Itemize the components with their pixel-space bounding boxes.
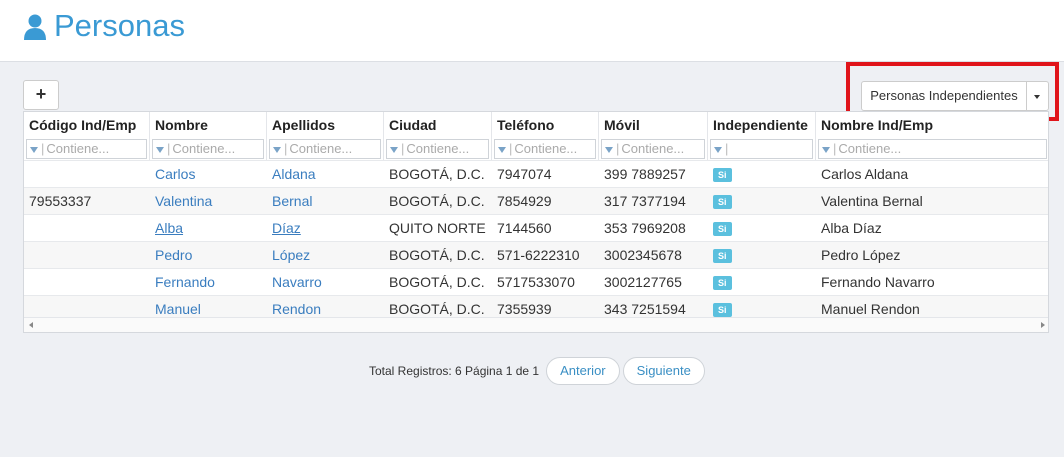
cell-ciudad: BOGOTÁ, D.C. — [389, 247, 485, 263]
filter-input[interactable]: | Contiene... — [269, 139, 381, 159]
cell-movil: 399 7889257 — [604, 166, 686, 182]
cell-nombre-link[interactable]: Pedro — [150, 242, 267, 268]
filter-input[interactable]: | Contiene... — [818, 139, 1047, 159]
column-header[interactable]: Apellidos — [267, 112, 384, 138]
cell-nombre-ind: Fernando Navarro — [821, 274, 935, 290]
cell-movil: 3002127765 — [604, 274, 682, 290]
table-row[interactable]: 79553337 Valentina Bernal BOGOTÁ, D.C. 7… — [24, 187, 1048, 214]
cell-nombre-ind: Carlos Aldana — [821, 166, 909, 182]
cell-codigo: 79553337 — [29, 193, 92, 209]
column-header[interactable]: Teléfono — [492, 112, 599, 138]
filter-icon — [822, 146, 830, 153]
independiente-badge: Si — [713, 222, 732, 237]
table-row[interactable]: Alba Díaz QUITO NORTE 7144560 353 796920… — [24, 214, 1048, 241]
table-row[interactable]: Carlos Aldana BOGOTÁ, D.C. 7947074 399 7… — [24, 160, 1048, 187]
user-icon — [24, 14, 46, 40]
cell-apellidos-link[interactable]: Aldana — [267, 161, 384, 187]
column-header[interactable]: Ciudad — [384, 112, 492, 138]
cell-apellidos-link[interactable]: Navarro — [267, 269, 384, 295]
scroll-left-icon[interactable] — [29, 322, 33, 328]
next-page-button[interactable]: Siguiente — [622, 357, 705, 385]
cell-nombre-link[interactable]: Alba — [150, 215, 267, 241]
cell-movil: 353 7969208 — [604, 220, 686, 236]
cell-nombre-ind: Alba Díaz — [821, 220, 882, 236]
independiente-badge: Si — [713, 249, 732, 264]
filter-input[interactable]: | Contiene... — [26, 139, 147, 159]
cell-codigo — [24, 242, 150, 268]
cell-telefono: 7854929 — [497, 193, 552, 209]
filter-input[interactable]: | Contiene... — [386, 139, 489, 159]
filter-icon — [605, 146, 613, 153]
filter-icon — [156, 146, 164, 153]
cell-telefono: 571-6222310 — [497, 247, 580, 263]
filter-icon — [273, 146, 281, 153]
previous-page-button[interactable]: Anterior — [546, 357, 620, 385]
filter-input[interactable]: | Contiene... — [494, 139, 596, 159]
cell-ciudad: BOGOTÁ, D.C. — [389, 274, 485, 290]
cell-telefono: 7947074 — [497, 166, 552, 182]
cell-nombre-link[interactable]: Carlos — [150, 161, 267, 187]
filter-icon — [714, 146, 722, 153]
dropdown-selected-label[interactable]: Personas Independientes — [862, 82, 1027, 110]
pagination-info: Total Registros: 6 Página 1 de 1 — [369, 364, 540, 378]
independiente-badge: Si — [713, 303, 732, 318]
filter-icon — [498, 146, 506, 153]
scroll-right-icon[interactable] — [1041, 322, 1045, 328]
independiente-badge: Si — [713, 195, 732, 210]
persons-filter-dropdown[interactable]: Personas Independientes — [861, 81, 1049, 111]
cell-ciudad: BOGOTÁ, D.C. — [389, 193, 485, 209]
cell-codigo — [24, 269, 150, 295]
page-title: Personas — [54, 8, 185, 43]
column-header[interactable]: Independiente — [708, 112, 816, 138]
cell-apellidos-link[interactable]: López — [267, 242, 384, 268]
cell-ciudad: QUITO NORTE — [389, 220, 486, 236]
pagination: Total Registros: 6 Página 1 de 1 Anterio… — [369, 357, 705, 385]
cell-telefono: 7144560 — [497, 220, 552, 236]
cell-movil: 3002345678 — [604, 247, 682, 263]
cell-nombre-ind: Pedro López — [821, 247, 901, 263]
cell-nombre-link[interactable]: Fernando — [150, 269, 267, 295]
persons-grid: Código Ind/Emp Nombre Apellidos Ciudad T… — [23, 111, 1049, 333]
filter-icon — [390, 146, 398, 153]
filter-icon — [30, 146, 38, 153]
cell-nombre-link[interactable]: Valentina — [150, 188, 267, 214]
column-header[interactable]: Código Ind/Emp — [24, 112, 150, 138]
add-person-button[interactable]: + — [23, 80, 59, 110]
column-header[interactable]: Móvil — [599, 112, 708, 138]
filter-input[interactable]: | — [710, 139, 813, 159]
independiente-badge: Si — [713, 276, 732, 291]
grid-header-row: Código Ind/Emp Nombre Apellidos Ciudad T… — [24, 112, 1048, 138]
filter-input[interactable]: | Contiene... — [152, 139, 264, 159]
horizontal-scrollbar[interactable] — [24, 317, 1048, 332]
page-header: Personas — [0, 0, 1064, 62]
independiente-badge: Si — [713, 168, 732, 183]
chevron-down-icon[interactable] — [1026, 82, 1048, 110]
cell-codigo — [24, 215, 150, 241]
cell-movil: 317 7377194 — [604, 193, 686, 209]
column-header[interactable]: Nombre — [150, 112, 267, 138]
cell-ciudad: BOGOTÁ, D.C. — [389, 166, 485, 182]
column-header[interactable]: Nombre Ind/Emp — [816, 112, 1048, 138]
table-row[interactable]: Pedro López BOGOTÁ, D.C. 571-6222310 300… — [24, 241, 1048, 268]
cell-nombre-ind: Valentina Bernal — [821, 193, 923, 209]
table-row[interactable]: Fernando Navarro BOGOTÁ, D.C. 5717533070… — [24, 268, 1048, 295]
cell-apellidos-link[interactable]: Bernal — [267, 188, 384, 214]
cell-codigo — [24, 161, 150, 187]
cell-telefono: 5717533070 — [497, 274, 575, 290]
filter-input[interactable]: | Contiene... — [601, 139, 705, 159]
cell-apellidos-link[interactable]: Díaz — [267, 215, 384, 241]
grid-filter-row: | Contiene... | Contiene... | Contiene... |… — [24, 138, 1048, 160]
